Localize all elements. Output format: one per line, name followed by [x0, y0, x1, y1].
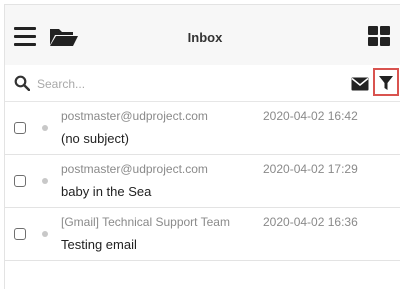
open-folder-icon[interactable]	[49, 27, 79, 47]
hamburger-menu-icon[interactable]	[14, 27, 36, 47]
search-input[interactable]	[35, 73, 339, 95]
message-date: 2020-04-02 17:29	[263, 162, 358, 176]
unread-dot	[42, 178, 48, 184]
message-subject: baby in the Sea	[61, 184, 152, 199]
message-date: 2020-04-02 16:42	[263, 109, 358, 123]
page-title: Inbox	[187, 30, 223, 45]
message-checkbox[interactable]	[14, 122, 26, 134]
message-sender: postmaster@udproject.com	[61, 162, 208, 176]
unread-dot	[42, 125, 48, 131]
message-sender: postmaster@udproject.com	[61, 109, 208, 123]
mail-app-window: Inbox postmaster@udproject.com 2020-04-0…	[4, 4, 400, 289]
envelope-icon[interactable]	[351, 77, 369, 91]
message-checkbox[interactable]	[14, 228, 26, 240]
grid-view-icon[interactable]	[368, 26, 392, 48]
message-row[interactable]: [Gmail] Technical Support Team 2020-04-0…	[5, 208, 400, 261]
search-bar	[5, 65, 400, 102]
message-row[interactable]: postmaster@udproject.com 2020-04-02 16:4…	[5, 102, 400, 155]
magnifier-icon	[14, 75, 30, 91]
filter-button[interactable]	[373, 68, 399, 96]
top-toolbar: Inbox	[5, 5, 400, 66]
unread-dot	[42, 231, 48, 237]
message-subject: (no subject)	[61, 131, 129, 146]
message-checkbox[interactable]	[14, 175, 26, 187]
message-subject: Testing email	[61, 237, 137, 252]
filter-funnel-icon	[379, 76, 393, 90]
message-date: 2020-04-02 16:36	[263, 215, 358, 229]
message-sender: [Gmail] Technical Support Team	[61, 215, 230, 229]
message-row[interactable]: postmaster@udproject.com 2020-04-02 17:2…	[5, 155, 400, 208]
